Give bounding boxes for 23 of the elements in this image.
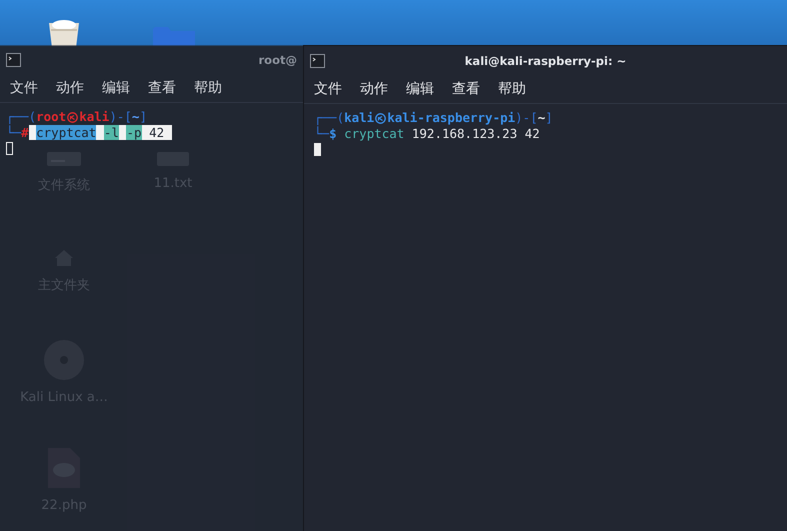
terminal-icon <box>310 54 325 68</box>
php-file-icon[interactable] <box>48 448 80 488</box>
command-line: └─$ cryptcat 192.168.123.23 42 <box>314 126 541 142</box>
menu-item[interactable]: 动作 <box>56 79 84 97</box>
menu-item[interactable]: 文件 <box>314 80 342 98</box>
menu-item[interactable]: 查看 <box>452 80 480 98</box>
menu-item[interactable]: 编辑 <box>406 80 434 98</box>
terminal-icon <box>6 53 21 67</box>
prompt-user: ┌──(root <box>6 109 66 125</box>
drive-icon[interactable] <box>47 152 81 166</box>
folder-icon[interactable] <box>153 25 195 47</box>
menu-item[interactable]: 帮助 <box>498 80 526 98</box>
prompt-host: kali)-[~] <box>79 109 147 125</box>
menu-item[interactable]: 编辑 <box>102 79 130 97</box>
menu-item[interactable]: 查看 <box>148 79 176 97</box>
prompt-host: kali-raspberry-pi)-[~] <box>387 110 553 126</box>
menu-item[interactable]: 文件 <box>10 79 38 97</box>
menu-item[interactable]: 动作 <box>360 80 388 98</box>
menu-item[interactable]: 帮助 <box>194 79 222 97</box>
window-title: kali@kali-raspberry-pi: ~ <box>464 54 626 68</box>
prompt-user: ┌──(kali <box>314 110 374 126</box>
window-title: root@ <box>258 53 297 67</box>
command-line: └─# cryptcat -l -p 42 <box>6 125 297 141</box>
